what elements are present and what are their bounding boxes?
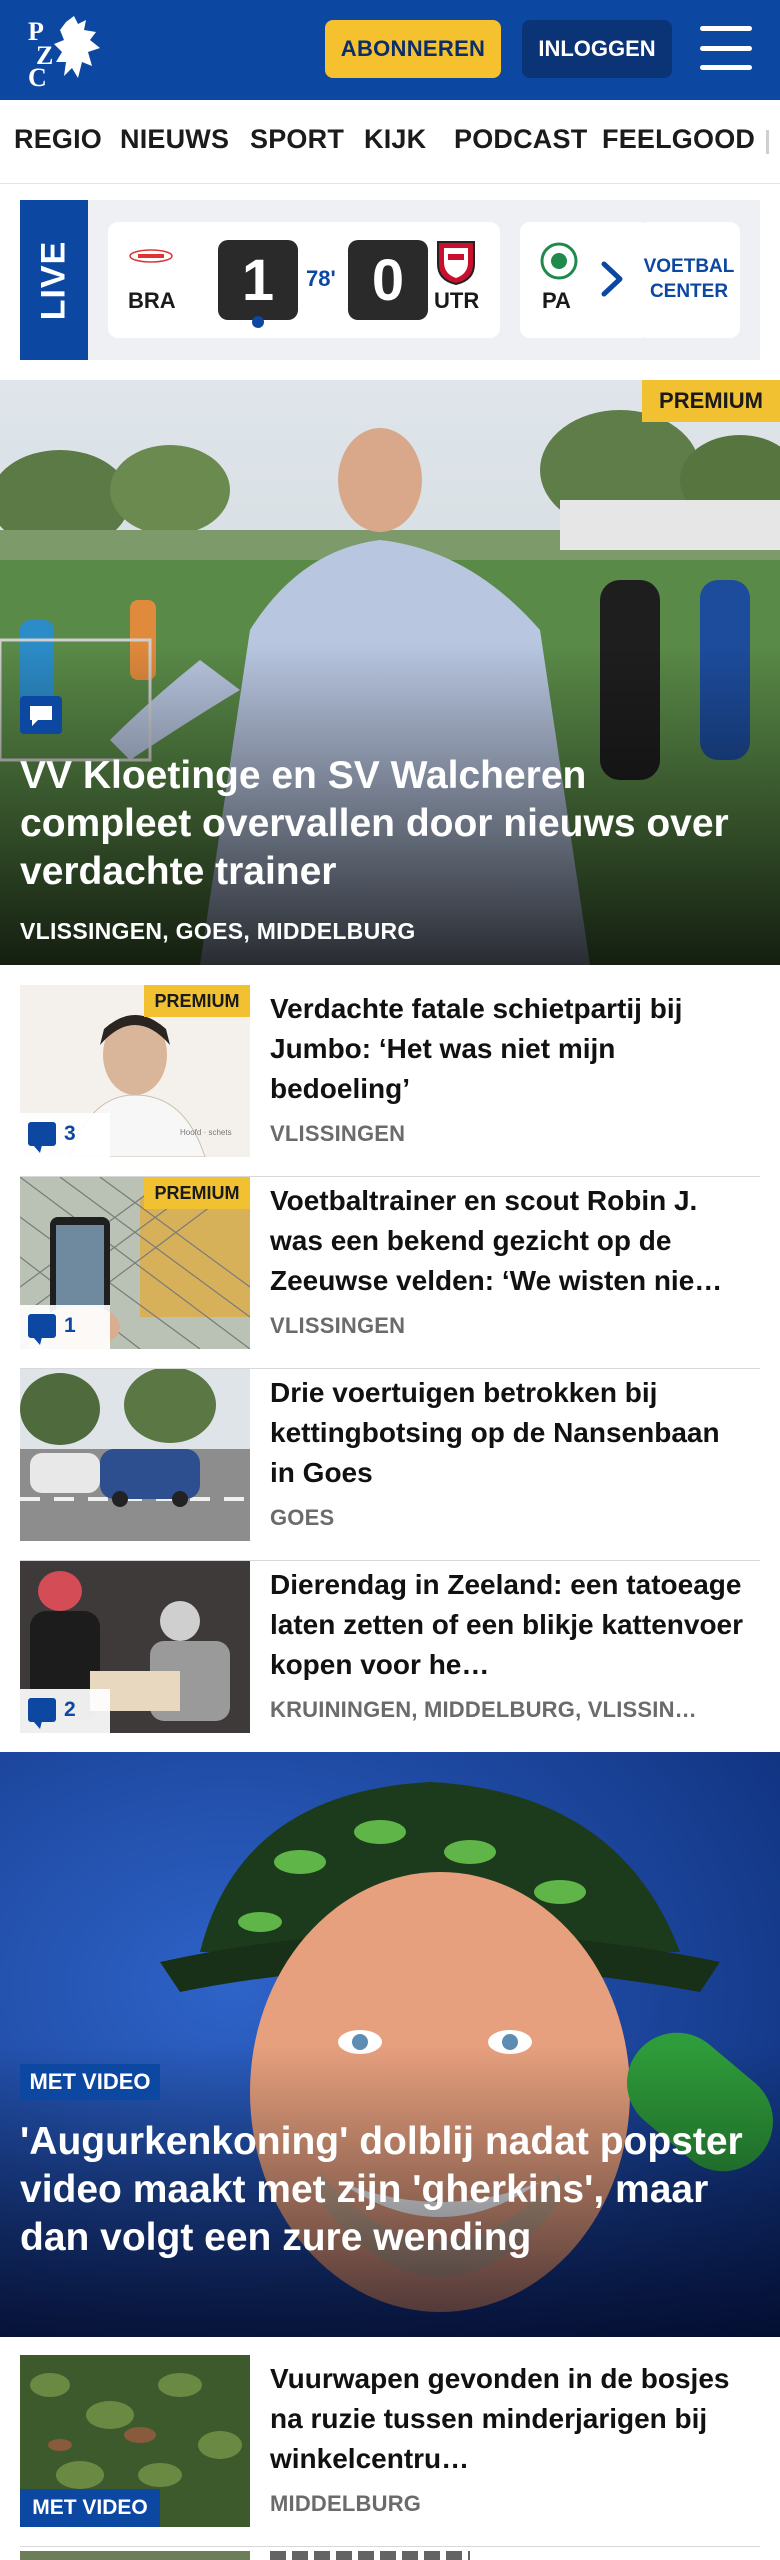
video-hero-title[interactable]: 'Augurkenkoning' dolblij nadat popster v… <box>20 2118 760 2262</box>
next-match-team: PA <box>542 288 571 313</box>
article-title[interactable]: Vuurwapen gevonden in de bosjes na ruzie… <box>270 2359 750 2479</box>
article-thumbnail: Hoofd · schets PREMIUM 3 <box>20 985 250 1157</box>
article-location: KRUININGEN, MIDDELBURG, VLISSIN… <box>270 1697 697 1722</box>
home-team-logo-icon <box>128 248 174 264</box>
premium-badge: PREMIUM <box>642 380 780 422</box>
nav-item-sport[interactable]: SPORT <box>250 124 344 155</box>
pec-team-logo-icon <box>540 242 578 280</box>
article-title[interactable]: Dierendag in Zeeland: een tatoeage laten… <box>270 1565 750 1685</box>
article-title[interactable]: Drie voertuigen betrokken bij kettingbot… <box>270 1373 750 1493</box>
article-item[interactable]: Hoofd · schets PREMIUM 3 Verdachte fatal… <box>20 985 760 1177</box>
comment-count: 3 <box>28 1119 76 1153</box>
article-title[interactable]: Verdachte fatale schietpartij bij Jumbo:… <box>270 989 750 1109</box>
premium-badge: PREMIUM <box>144 1177 250 1209</box>
nav-item-feelgood[interactable]: FEELGOOD <box>602 124 755 155</box>
live-match-card[interactable]: BRA 1 78' 0 UTR <box>108 222 500 338</box>
hero-article[interactable]: PREMIUM VV Kloetinge en SV Walcheren com… <box>0 380 780 965</box>
next-article-thumbnail-partial <box>20 2551 250 2560</box>
voetbal-center-button[interactable]: VOETBAL CENTER <box>638 222 740 338</box>
subscribe-button[interactable]: ABONNEREN <box>325 20 501 78</box>
nav-item-podcast[interactable]: PODCAST <box>454 124 587 155</box>
article-thumbnail <box>20 1369 250 1541</box>
comment-icon <box>28 1698 56 1729</box>
live-label: LIVE <box>20 200 88 360</box>
article-location: VLISSINGEN <box>270 1313 406 1338</box>
home-score: 1 <box>218 240 298 320</box>
nav-overflow-divider <box>766 130 769 154</box>
video-badge: MET VIDEO <box>20 2489 160 2527</box>
login-button[interactable]: INLOGGEN <box>522 20 672 78</box>
article-location: VLISSINGEN <box>270 1121 406 1146</box>
article-location: GOES <box>270 1505 335 1530</box>
away-team-logo-icon <box>434 238 478 286</box>
nav-item-kijk[interactable]: KIJK <box>364 124 426 155</box>
article-title[interactable]: Voetbaltrainer en scout Robin J. was een… <box>270 1181 750 1301</box>
comment-icon <box>28 1122 56 1153</box>
away-score: 0 <box>348 240 428 320</box>
comment-count: 2 <box>28 1695 76 1729</box>
main-navigation: REGIO NIEUWS SPORT KIJK PODCAST FEELGOOD <box>0 100 780 184</box>
hamburger-menu-icon[interactable] <box>700 26 752 70</box>
hero-location: VLISSINGEN, GOES, MIDDELBURG <box>20 918 416 944</box>
home-team-name: BRA <box>128 288 176 313</box>
article-thumbnail: PREMIUM 1 <box>20 1177 250 1349</box>
site-header: P Z C ABONNEREN INLOGGEN <box>0 0 780 100</box>
article-location: MIDDELBURG <box>270 2491 422 2516</box>
nav-item-nieuws[interactable]: NIEUWS <box>120 124 229 155</box>
svg-text:Hoofd · schets: Hoofd · schets <box>180 1128 232 1137</box>
article-item[interactable]: MET VIDEO Vuurwapen gevonden in de bosje… <box>20 2355 760 2547</box>
live-indicator-dot <box>252 316 264 328</box>
away-team-name: UTR <box>434 288 480 313</box>
video-hero-article[interactable]: MET VIDEO 'Augurkenkoning' dolblij nadat… <box>0 1752 780 2337</box>
article-thumbnail: MET VIDEO <box>20 2355 250 2527</box>
svg-text:C: C <box>28 63 47 88</box>
article-thumbnail: 2 <box>20 1561 250 1733</box>
hero-title[interactable]: VV Kloetinge en SV Walcheren compleet ov… <box>20 752 760 896</box>
chevron-right-icon[interactable] <box>592 254 632 304</box>
live-score-bar: LIVE BRA 1 78' 0 UTR PA VOETBAL CENTER <box>20 200 760 360</box>
article-item[interactable]: PREMIUM 1 Voetbaltrainer en scout Robin … <box>20 1177 760 1369</box>
comment-icon <box>20 696 62 734</box>
video-badge: MET VIDEO <box>20 2064 160 2100</box>
premium-badge: PREMIUM <box>144 985 250 1017</box>
next-article-title-partial <box>270 2551 470 2560</box>
article-item[interactable]: Drie voertuigen betrokken bij kettingbot… <box>20 1369 760 1561</box>
comment-icon <box>28 1314 56 1345</box>
nav-item-regio[interactable]: REGIO <box>14 124 102 155</box>
pzc-logo[interactable]: P Z C <box>26 12 112 92</box>
match-minute: 78' <box>306 266 336 291</box>
comment-count: 1 <box>28 1311 76 1345</box>
article-item[interactable]: 2 Dierendag in Zeeland: een tatoeage lat… <box>20 1561 760 1753</box>
